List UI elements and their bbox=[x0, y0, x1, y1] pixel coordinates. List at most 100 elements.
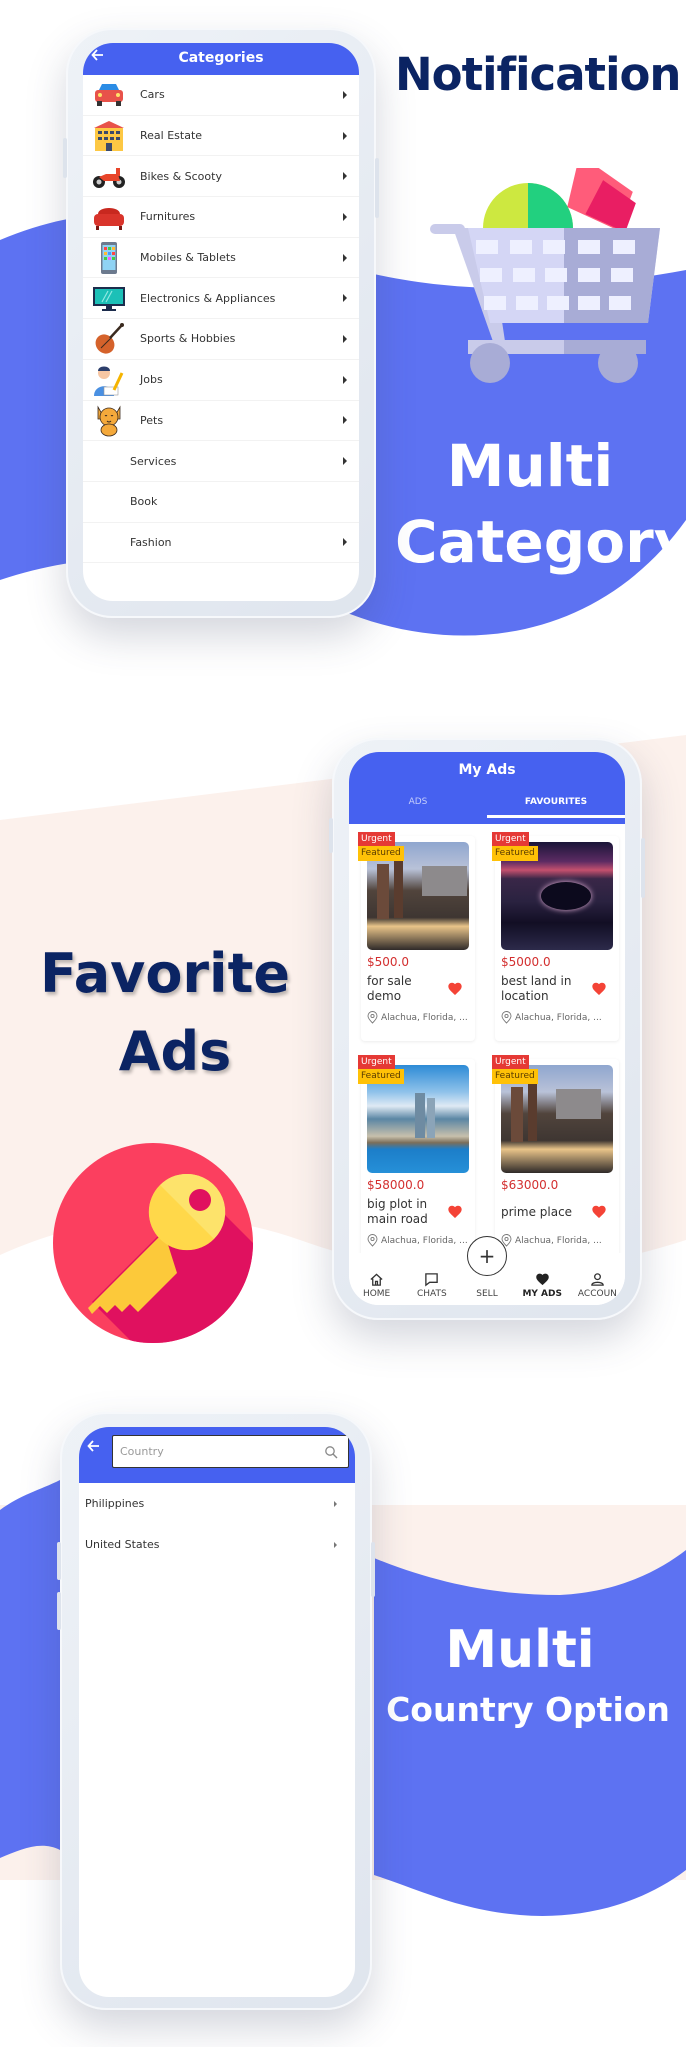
category-item-jobs[interactable]: Jobs bbox=[83, 360, 359, 401]
caret-right-icon bbox=[343, 131, 347, 140]
ad-location-text: Alachua, Florida, ... bbox=[381, 1012, 468, 1023]
nav-my-ads[interactable]: MY ADS bbox=[515, 1253, 570, 1305]
ad-price: $58000.0 bbox=[367, 1178, 425, 1192]
heart-icon bbox=[535, 1273, 549, 1286]
category-item-cars[interactable]: Cars bbox=[83, 75, 359, 116]
country-item-united-states[interactable]: United States bbox=[79, 1524, 355, 1565]
notification-heading: Notification bbox=[395, 48, 681, 101]
multi-category-line2: Category bbox=[395, 508, 686, 576]
caret-right-icon bbox=[343, 172, 347, 181]
ad-location-text: Alachua, Florida, ... bbox=[515, 1012, 602, 1023]
heart-icon[interactable] bbox=[591, 1204, 607, 1220]
multi-country-line2: Country Option bbox=[386, 1690, 670, 1729]
section-favorite-ads: Favorite Ads My Ads ADS FAVOURITES Urgen… bbox=[0, 680, 686, 1380]
category-item-electronics[interactable]: Electronics & Appliances bbox=[83, 278, 359, 320]
nav-label: ACCOUN bbox=[577, 1289, 617, 1299]
category-item-fashion[interactable]: Fashion bbox=[83, 523, 359, 564]
phone-country: Philippines United States bbox=[57, 1412, 375, 2010]
category-item-services[interactable]: Services bbox=[83, 441, 359, 482]
ad-title: for sale demo bbox=[367, 974, 412, 1003]
ad-title: prime place bbox=[501, 1204, 573, 1219]
worker-icon bbox=[94, 366, 124, 396]
urgent-badge: Urgent bbox=[492, 832, 529, 847]
ad-location: Alachua, Florida, ... bbox=[501, 1011, 613, 1024]
section-multi-country: Multi Country Option Philippines United … bbox=[0, 1380, 686, 2047]
nav-label: CHATS bbox=[416, 1289, 447, 1299]
country-search-input[interactable] bbox=[113, 1445, 324, 1458]
my-ads-title: My Ads bbox=[458, 762, 516, 778]
arrow-left-icon[interactable] bbox=[91, 48, 105, 62]
tab-favourites[interactable]: FAVOURITES bbox=[487, 788, 625, 818]
side-button bbox=[57, 1542, 61, 1580]
nav-sell[interactable]: + SELL bbox=[459, 1236, 514, 1305]
caret-right-icon bbox=[343, 212, 347, 221]
category-list: Cars Real Estate Bikes & Scooty Furnitur… bbox=[83, 75, 359, 564]
arrow-left-icon[interactable] bbox=[87, 1439, 101, 1453]
tab-ads[interactable]: ADS bbox=[349, 788, 487, 818]
side-button bbox=[57, 1592, 61, 1630]
category-item-furnitures[interactable]: Furnitures bbox=[83, 197, 359, 238]
category-item-book[interactable]: Book bbox=[83, 482, 359, 523]
category-label: Bikes & Scooty bbox=[140, 169, 222, 183]
ad-card[interactable]: Urgent Featured $63000.0 prime place Ala… bbox=[492, 1055, 619, 1264]
key-icon bbox=[53, 1143, 253, 1343]
category-label: Cars bbox=[140, 88, 165, 102]
motorcycle-icon bbox=[93, 168, 125, 189]
nav-account[interactable]: ACCOUN bbox=[570, 1253, 625, 1305]
ad-location: Alachua, Florida, ... bbox=[501, 1234, 613, 1247]
caret-right-icon bbox=[343, 375, 347, 384]
category-label: Real Estate bbox=[140, 129, 203, 143]
category-label: Fashion bbox=[130, 535, 172, 549]
caret-right-icon bbox=[334, 1541, 337, 1548]
ad-location-text: Alachua, Florida, ... bbox=[381, 1235, 468, 1246]
category-item-real-estate[interactable]: Real Estate bbox=[83, 116, 359, 157]
chat-icon bbox=[425, 1273, 439, 1287]
country-item-philippines[interactable]: Philippines bbox=[79, 1483, 355, 1524]
heart-icon[interactable] bbox=[447, 1204, 463, 1220]
category-item-sports[interactable]: Sports & Hobbies bbox=[83, 319, 359, 360]
ads-grid: Urgent Featured $500.0 for sale demo Ala… bbox=[349, 824, 625, 1264]
category-label: Services bbox=[130, 454, 177, 468]
shopping-cart-icon bbox=[430, 168, 660, 383]
heart-icon[interactable] bbox=[591, 981, 607, 997]
featured-badge: Featured bbox=[492, 846, 538, 861]
country-label: United States bbox=[85, 1538, 160, 1551]
nav-home[interactable]: HOME bbox=[349, 1253, 404, 1305]
plus-icon[interactable]: + bbox=[467, 1236, 507, 1276]
ad-card[interactable]: Urgent Featured $5000.0 best land in loc… bbox=[492, 832, 619, 1041]
ad-price: $5000.0 bbox=[501, 955, 551, 969]
country-appbar bbox=[79, 1427, 355, 1483]
category-label: Mobiles & Tablets bbox=[140, 251, 236, 265]
ad-location: Alachua, Florida, ... bbox=[367, 1011, 469, 1024]
my-ads-appbar: My Ads ADS FAVOURITES bbox=[349, 752, 625, 824]
category-item-bikes[interactable]: Bikes & Scooty bbox=[83, 156, 359, 198]
nav-chats[interactable]: CHATS bbox=[404, 1253, 459, 1305]
ad-card[interactable]: Urgent Featured $500.0 for sale demo Ala… bbox=[358, 832, 475, 1041]
my-ads-screen: My Ads ADS FAVOURITES Urgent Featured $5… bbox=[349, 752, 625, 1305]
caret-right-icon bbox=[343, 294, 347, 303]
ad-title: big plot in main road bbox=[367, 1197, 428, 1226]
car-icon bbox=[95, 83, 123, 106]
bottom-navigation: HOME CHATS + SELL MY ADS ACCOUN bbox=[349, 1236, 625, 1305]
categories-title: Categories bbox=[178, 50, 264, 66]
urgent-badge: Urgent bbox=[358, 832, 395, 847]
search-icon[interactable] bbox=[324, 1445, 338, 1459]
ad-card[interactable]: Urgent Featured $58000.0 big plot in mai… bbox=[358, 1055, 475, 1264]
country-search-box bbox=[112, 1435, 349, 1468]
category-item-pets[interactable]: Pets bbox=[83, 401, 359, 442]
urgent-badge: Urgent bbox=[492, 1055, 529, 1070]
nav-label: HOME bbox=[362, 1289, 391, 1299]
location-pin-icon bbox=[367, 1234, 378, 1247]
category-label: Furnitures bbox=[140, 210, 196, 224]
category-item-mobiles[interactable]: Mobiles & Tablets bbox=[83, 238, 359, 279]
account-icon bbox=[591, 1273, 604, 1286]
ad-location-text: Alachua, Florida, ... bbox=[515, 1235, 602, 1246]
heart-icon[interactable] bbox=[447, 981, 463, 997]
category-label: Book bbox=[130, 495, 158, 509]
smartphone-icon bbox=[101, 241, 117, 274]
side-button bbox=[641, 838, 645, 898]
urgent-badge: Urgent bbox=[358, 1055, 395, 1070]
home-icon bbox=[370, 1273, 383, 1286]
multi-category-line1: Multi bbox=[446, 432, 614, 500]
country-screen: Philippines United States bbox=[79, 1427, 355, 1997]
